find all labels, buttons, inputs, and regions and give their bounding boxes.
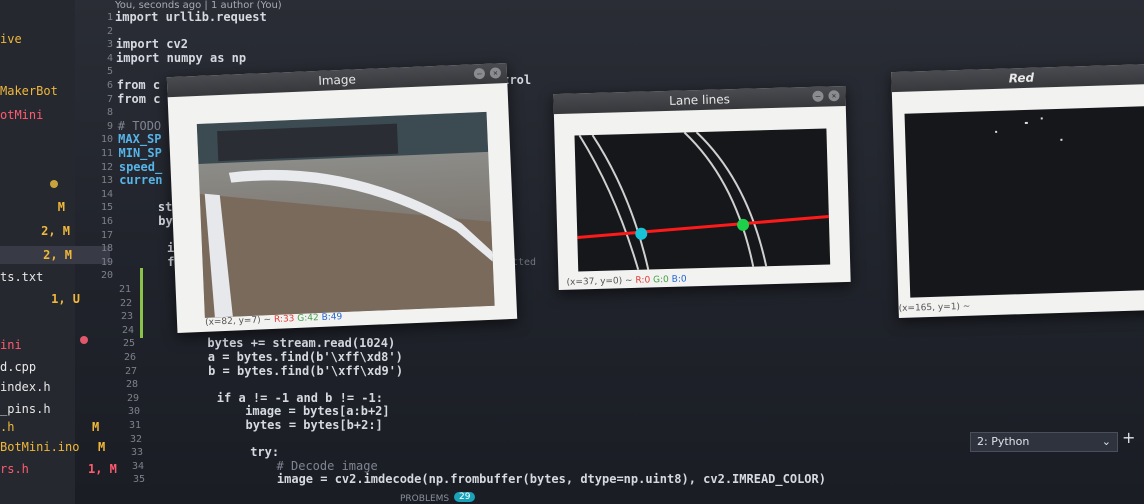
line-number: 10 xyxy=(100,134,113,146)
git-blame-annotation: You, seconds ago | 1 author (You) xyxy=(115,0,282,11)
desktop-scene: ive MakerBot otMini M 2, M 2, M ts.txt 1… xyxy=(0,0,1144,504)
modified-dot xyxy=(50,180,58,188)
camera-frame-svg xyxy=(196,111,495,318)
pixel-status: (x=37, y=0) ~ R:0 G:0 B:0 xyxy=(566,274,687,288)
red-mask-svg xyxy=(995,117,1063,141)
code-line[interactable]: speed_ xyxy=(119,160,162,174)
code-line[interactable]: MAX_SP xyxy=(118,132,161,146)
code-line[interactable]: a = bytes.find(b'\xff\xd8') xyxy=(208,350,403,364)
code-line[interactable]: from c xyxy=(117,78,160,92)
line-number: 17 xyxy=(100,229,113,241)
line-number: 27 xyxy=(124,365,137,377)
line-number: 31 xyxy=(128,420,141,431)
line-number: 11 xyxy=(100,148,113,159)
lane-frame-svg xyxy=(577,131,829,271)
line-number: 5 xyxy=(106,66,113,78)
line-number: 23 xyxy=(120,311,133,323)
code-line[interactable]: import numpy as np xyxy=(116,51,246,65)
red-mask-frame xyxy=(904,105,1144,298)
lane-frame xyxy=(574,128,831,272)
camera-frame xyxy=(196,111,495,318)
line-number: 14 xyxy=(100,188,113,200)
line-number: 22 xyxy=(119,297,132,309)
code-line[interactable]: from c xyxy=(117,92,160,106)
chevron-down-icon: ⌄ xyxy=(1101,435,1111,448)
line-number: 6 xyxy=(106,80,113,91)
code-line[interactable]: import cv2 xyxy=(116,37,188,51)
explorer-sidebar: ive MakerBot otMini M 2, M 2, M ts.txt 1… xyxy=(0,0,117,504)
cv-window-image[interactable]: Image – × (x=82, y=7) ~ R:33 G:42 B:49 xyxy=(166,62,518,334)
line-number: 8 xyxy=(106,107,113,119)
line-number: 7 xyxy=(106,93,113,105)
line-number: 33 xyxy=(130,447,143,459)
line-number: 21 xyxy=(118,284,131,295)
line-number: 13 xyxy=(100,175,113,187)
code-line[interactable]: import urllib.request xyxy=(115,10,267,24)
line-number: 20 xyxy=(100,270,113,282)
line-number: 26 xyxy=(123,352,136,363)
line-number: 15 xyxy=(100,202,113,214)
line-number: 12 xyxy=(100,161,113,173)
problems-tab[interactable]: PROBLEMS xyxy=(400,494,449,504)
code-line[interactable]: # TODO xyxy=(118,119,161,133)
terminal-selector[interactable]: 2: Python ⌄ xyxy=(970,432,1118,452)
code-line[interactable]: if a != -1 and b != -1: xyxy=(217,391,383,405)
faded-label: tted xyxy=(512,257,537,268)
code-line[interactable]: b = bytes.find(b'\xff\xd9') xyxy=(208,364,403,378)
line-number: 30 xyxy=(127,406,140,418)
code-line[interactable]: try: xyxy=(250,445,279,459)
line-number: 1 xyxy=(106,12,113,23)
code-line[interactable]: image = bytes[a:b+2] xyxy=(245,404,390,418)
line-number: 2 xyxy=(106,25,113,37)
line-number: 34 xyxy=(131,460,144,472)
code-line[interactable]: image = cv2.imdecode(np.frombuffer(bytes… xyxy=(277,472,826,486)
problems-count-badge: 29 xyxy=(454,492,476,502)
code-line[interactable]: curren xyxy=(119,173,162,187)
line-number: 24 xyxy=(121,324,134,336)
code-line[interactable]: MIN_SP xyxy=(119,146,162,160)
cv-window-red[interactable]: Red (x=165, y=1) ~ xyxy=(891,63,1144,319)
git-change-marker xyxy=(140,268,143,338)
line-number: 25 xyxy=(122,338,135,350)
line-number: 9 xyxy=(106,120,113,132)
line-number: 3 xyxy=(106,39,113,51)
code-line[interactable]: bytes += stream.read(1024) xyxy=(207,336,395,350)
pixel-status: (x=165, y=1) ~ xyxy=(898,301,971,315)
line-number: 19 xyxy=(100,256,113,268)
line-number: 35 xyxy=(132,474,145,486)
line-number: 16 xyxy=(100,216,113,227)
line-number: 18 xyxy=(100,243,113,255)
new-terminal-button[interactable]: + xyxy=(1122,428,1135,447)
code-line[interactable]: bytes = bytes[b+2:] xyxy=(246,418,383,432)
line-number: 29 xyxy=(126,392,139,404)
line-number: 4 xyxy=(106,52,113,64)
line-number: 32 xyxy=(129,433,142,445)
code-line[interactable]: # Decode image xyxy=(277,459,378,473)
cv-window-lane-lines[interactable]: Lane lines – × (x=37, y=0) ~ R:0 G:0 B:0 xyxy=(553,85,851,291)
line-number: 28 xyxy=(125,379,138,391)
